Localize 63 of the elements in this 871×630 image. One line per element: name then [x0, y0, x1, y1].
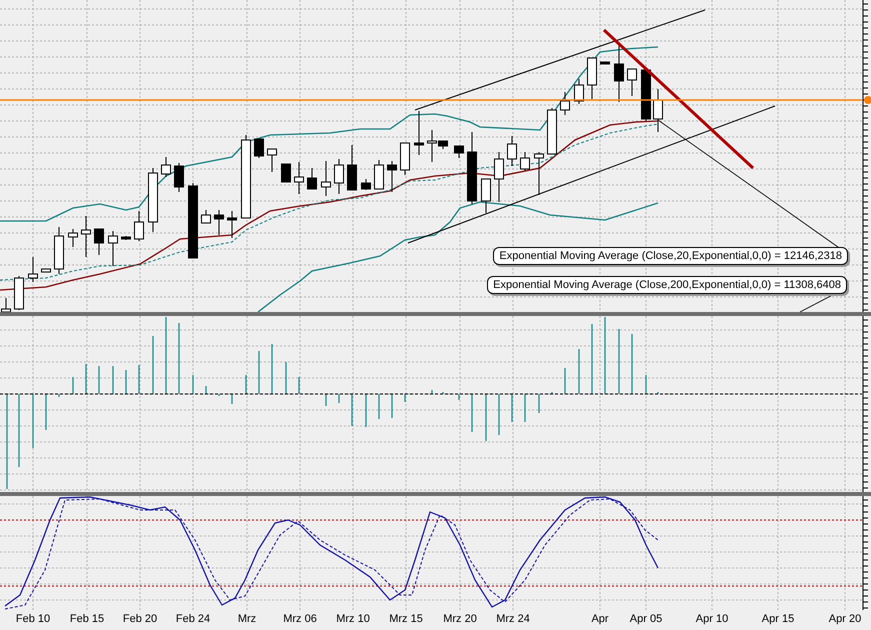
axis-label: Mrz 15	[389, 613, 423, 625]
candlestick	[81, 216, 91, 258]
candlestick	[334, 158, 344, 194]
candlestick	[560, 92, 570, 116]
candlestick	[534, 152, 544, 196]
indicator-label: Exponential Moving Average (Close,20,Exponential,0,0) = 12146,2318	[493, 247, 848, 265]
candlestick	[387, 160, 397, 192]
candlestick	[520, 152, 530, 172]
candlestick	[653, 88, 663, 132]
candlestick	[641, 70, 651, 122]
candlestick	[148, 168, 158, 232]
candlestick	[1, 298, 11, 312]
candlestick	[121, 236, 131, 240]
candlestick	[108, 230, 118, 266]
candlestick	[321, 160, 331, 196]
axis-label: Apr	[591, 613, 609, 625]
axis-label: Mrz 10	[336, 613, 370, 625]
candlestick	[374, 160, 384, 190]
axis-label: Mrz 24	[496, 613, 530, 625]
axis-label: Feb 15	[70, 613, 104, 625]
candlestick	[28, 256, 38, 282]
candlestick	[347, 144, 357, 190]
axis-label: Mrz 20	[443, 613, 477, 625]
candlestick	[507, 136, 517, 166]
candlestick	[134, 210, 144, 242]
axis-label: Feb 20	[122, 613, 158, 625]
candlestick	[54, 226, 64, 274]
candlestick	[454, 146, 464, 158]
candlestick	[414, 110, 424, 156]
candlestick	[281, 164, 291, 182]
candlestick	[94, 228, 104, 256]
axis-label: Apr 15	[762, 613, 794, 625]
candlestick	[400, 142, 410, 176]
axis-label: Mrz	[238, 613, 256, 625]
indicator-label: Exponential Moving Average (Close,200,Exponential,0,0) = 11308,6408	[487, 276, 847, 294]
axis-label: Feb 24	[176, 613, 210, 625]
candlestick	[174, 162, 184, 192]
candlestick	[627, 68, 637, 96]
candlestick	[267, 148, 277, 172]
candlestick	[574, 78, 584, 104]
axis-label: Apr 10	[696, 613, 728, 625]
candlestick	[600, 62, 610, 64]
candlestick	[68, 228, 78, 248]
axis-label: Apr 05	[630, 613, 662, 625]
candlestick	[14, 276, 24, 310]
candlestick	[254, 138, 264, 158]
handle-icon[interactable]	[864, 96, 871, 104]
candlestick	[294, 162, 304, 194]
candlestick	[614, 42, 624, 102]
candlestick	[201, 210, 211, 224]
candlestick	[361, 178, 371, 190]
candlestick	[547, 108, 557, 154]
axis-label: Feb 10	[16, 613, 50, 625]
candlestick	[214, 210, 224, 236]
candlestick	[307, 168, 317, 190]
candlestick	[161, 156, 171, 178]
axis-label: Mrz 06	[283, 613, 317, 625]
candlestick	[494, 152, 504, 202]
candlestick	[227, 210, 237, 238]
axis-label: Apr 20	[828, 613, 862, 625]
candlestick	[41, 268, 51, 272]
candlestick	[481, 178, 491, 214]
candlestick	[587, 58, 597, 100]
